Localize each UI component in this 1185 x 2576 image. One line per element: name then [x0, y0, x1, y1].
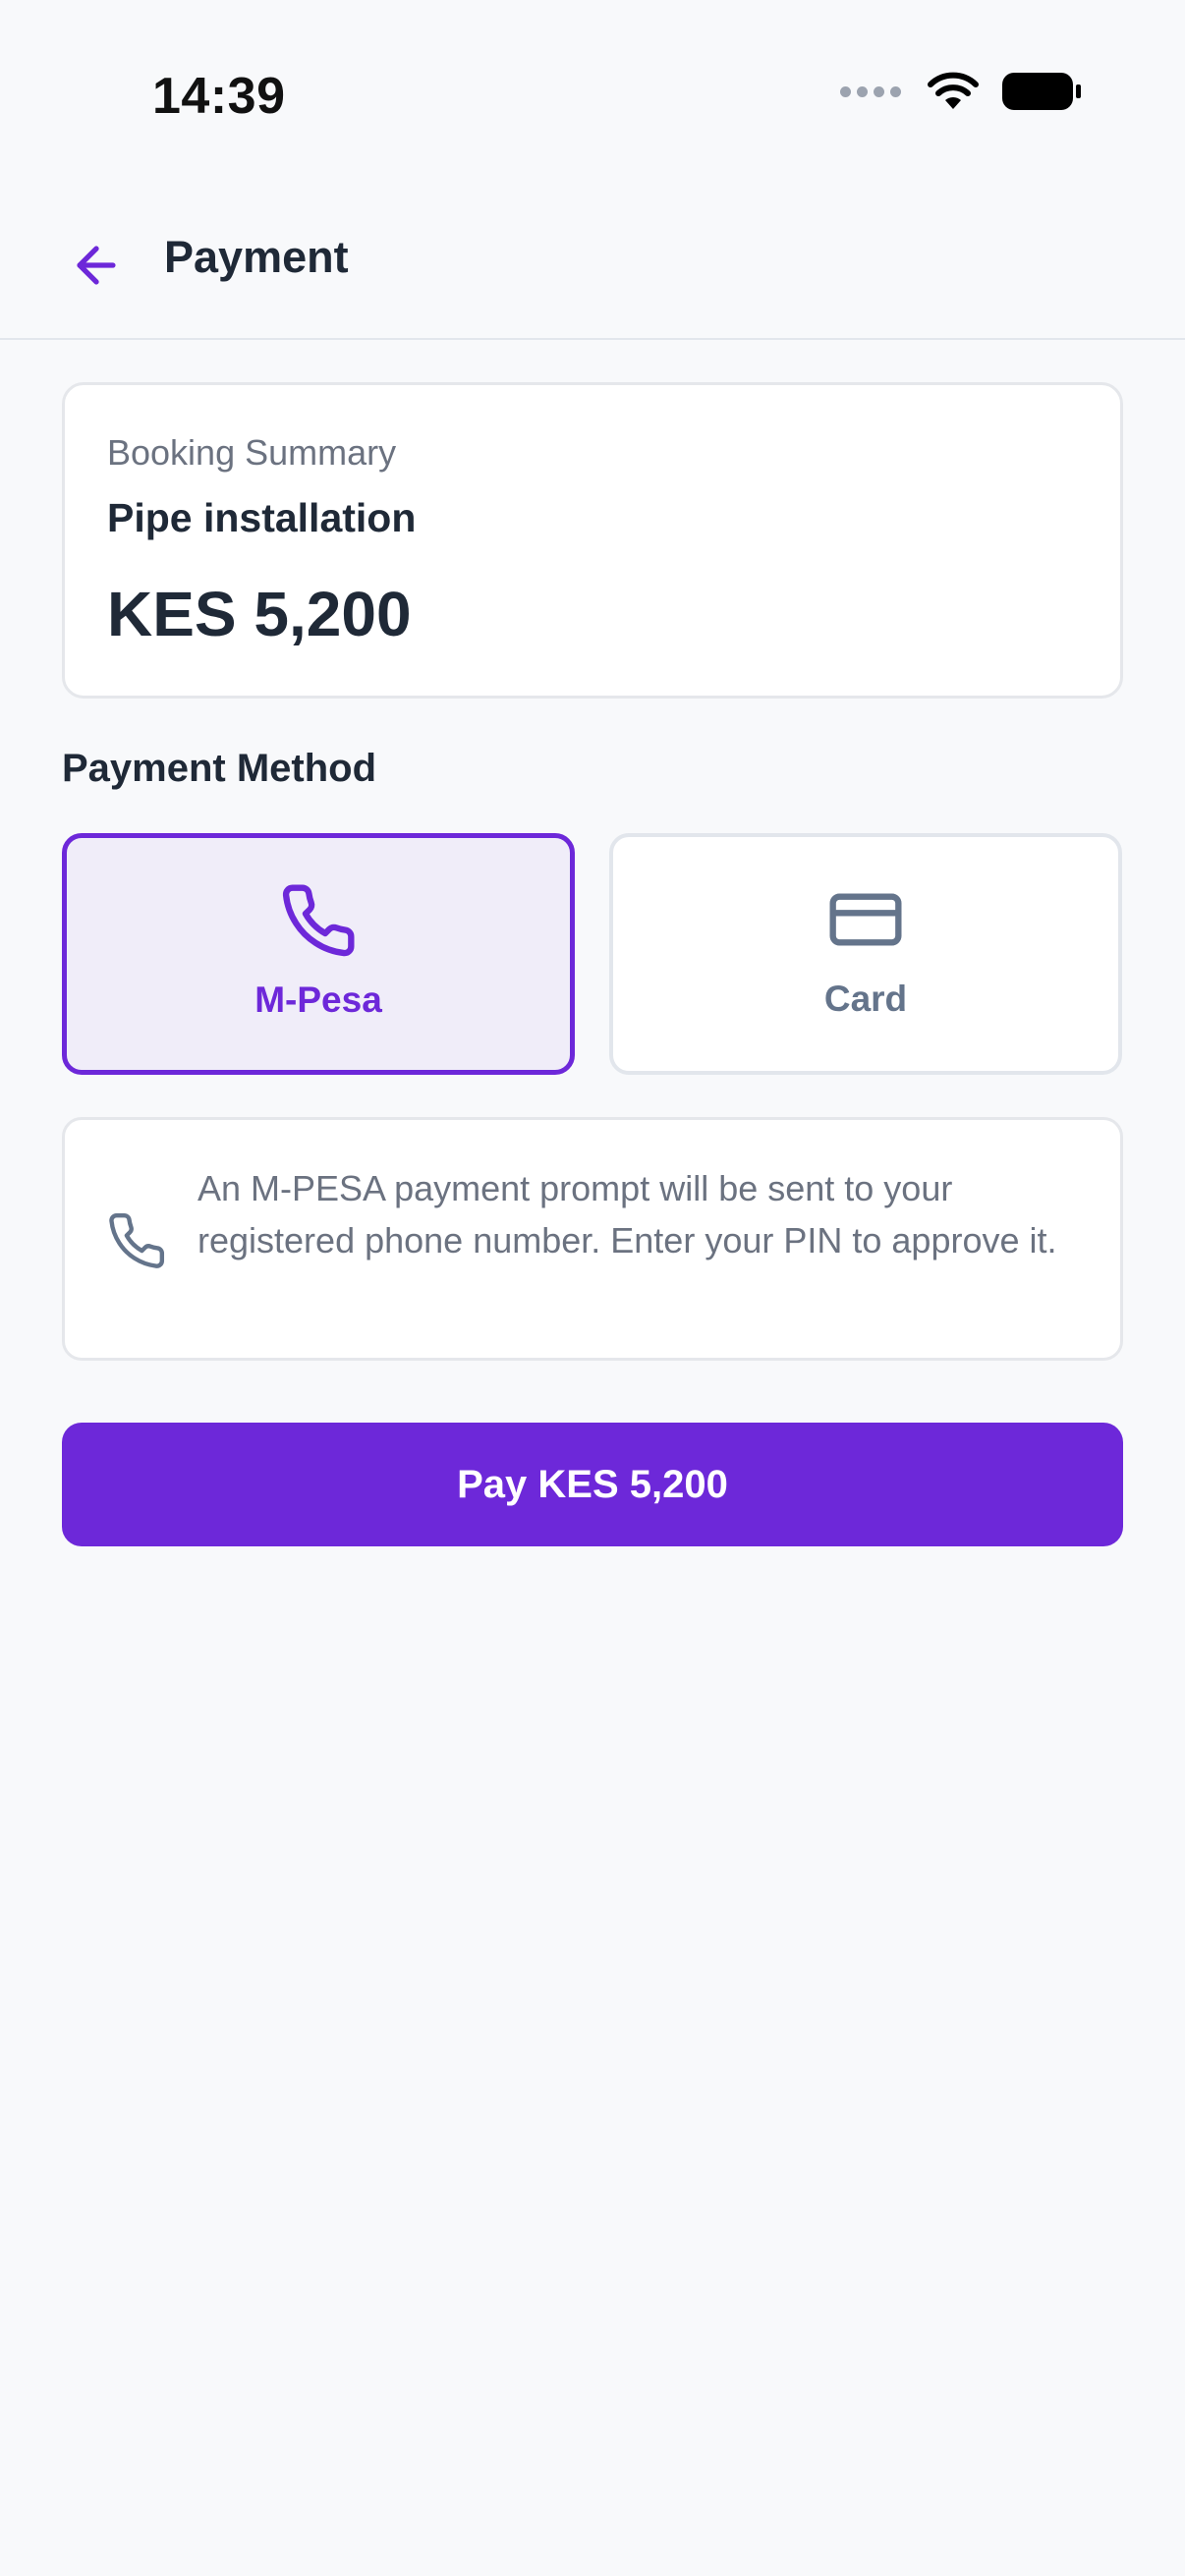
battery-icon [1002, 73, 1081, 110]
booking-summary-label: Booking Summary [107, 432, 397, 473]
payment-option-label: Card [823, 979, 908, 1019]
arrow-left-icon [77, 246, 116, 285]
booking-summary-card: Booking Summary Pipe installation KES 5,… [62, 382, 1123, 699]
payment-option-card[interactable]: Card [609, 833, 1122, 1075]
service-name: Pipe installation [107, 495, 417, 540]
phone-icon [109, 1212, 165, 1268]
payment-option-label: M-Pesa [254, 980, 382, 1020]
mpesa-info-text: An M-PESA payment prompt will be sent to… [198, 1168, 1057, 1260]
payment-screen: 14:39 Payment Booking Summary Pipe insta… [0, 0, 1185, 2576]
payment-method-title: Payment Method [62, 747, 377, 790]
signal-icon [840, 85, 901, 97]
status-bar: 14:39 [0, 0, 1185, 187]
status-time: 14:39 [152, 68, 286, 125]
wifi-icon [928, 72, 979, 109]
status-icons [840, 71, 1082, 112]
amount-total: KES 5,200 [107, 579, 412, 649]
phone-icon [282, 884, 355, 957]
header: Payment [0, 187, 1185, 340]
payment-option-mpesa[interactable]: M-Pesa [62, 833, 575, 1075]
page-title: Payment [164, 232, 349, 282]
pay-button[interactable]: Pay KES 5,200 [62, 1423, 1123, 1546]
mpesa-info-box: An M-PESA payment prompt will be sent to… [62, 1117, 1123, 1361]
credit-card-icon [829, 893, 902, 946]
back-button[interactable] [61, 230, 132, 301]
